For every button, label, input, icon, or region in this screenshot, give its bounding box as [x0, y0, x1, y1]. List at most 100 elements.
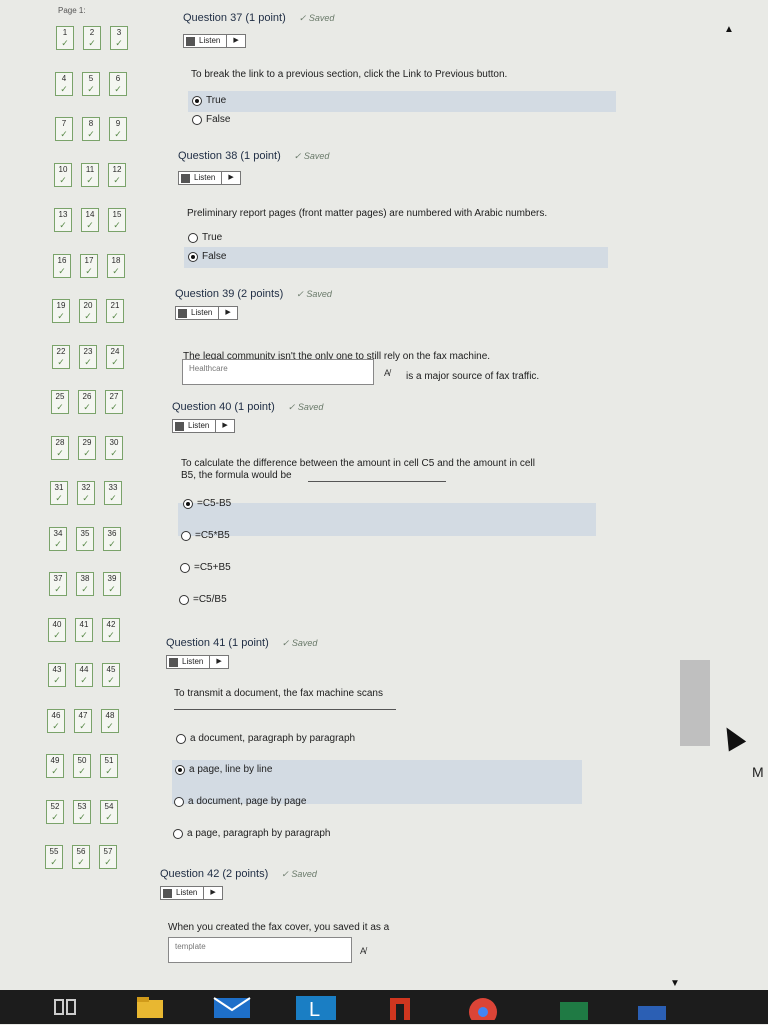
- nav-cell-question-22[interactable]: 22 ✓: [52, 345, 70, 369]
- nav-cell-question-39[interactable]: 39 ✓: [103, 572, 121, 596]
- nav-cell-question-24[interactable]: 24 ✓: [106, 345, 124, 369]
- play-icon[interactable]: ▶: [222, 171, 239, 185]
- nav-cell-question-47[interactable]: 47 ✓: [74, 709, 92, 733]
- nav-cell-question-2[interactable]: 2 ✓: [83, 26, 101, 50]
- nav-cell-question-3[interactable]: 3 ✓: [110, 26, 128, 50]
- nav-cell-question-20[interactable]: 20 ✓: [79, 299, 97, 323]
- nav-cell-question-10[interactable]: 10 ✓: [54, 163, 72, 187]
- play-icon[interactable]: ▶: [216, 419, 233, 433]
- option-document-paragraph[interactable]: a document, paragraph by paragraph: [176, 733, 355, 744]
- nav-cell-question-11[interactable]: 11 ✓: [81, 163, 99, 187]
- play-icon[interactable]: ▶: [227, 34, 244, 48]
- option-c5-div-b5[interactable]: =C5/B5: [179, 594, 227, 605]
- option-true[interactable]: True: [188, 232, 222, 243]
- option-document-page[interactable]: a document, page by page: [174, 796, 306, 807]
- nav-cell-question-55[interactable]: 55 ✓: [45, 845, 63, 869]
- nav-cell-question-46[interactable]: 46 ✓: [47, 709, 65, 733]
- option-page-paragraph[interactable]: a page, paragraph by paragraph: [173, 828, 330, 839]
- excel-icon[interactable]: [556, 994, 592, 1022]
- nav-cell-question-56[interactable]: 56 ✓: [72, 845, 90, 869]
- option-false[interactable]: False: [192, 114, 230, 125]
- radio-button[interactable]: [192, 114, 202, 125]
- nav-cell-question-6[interactable]: 6 ✓: [109, 72, 127, 96]
- play-icon[interactable]: ▶: [219, 306, 236, 320]
- nav-cell-question-4[interactable]: 4 ✓: [55, 72, 73, 96]
- option-true[interactable]: True: [192, 95, 226, 106]
- nav-cell-question-41[interactable]: 41 ✓: [75, 618, 93, 642]
- mail-icon[interactable]: [212, 994, 252, 1022]
- task-view-icon[interactable]: [52, 994, 78, 1022]
- nav-cell-question-40[interactable]: 40 ✓: [48, 618, 66, 642]
- radio-button[interactable]: [180, 562, 190, 573]
- nav-cell-question-43[interactable]: 43 ✓: [48, 663, 66, 687]
- nav-cell-question-23[interactable]: 23 ✓: [79, 345, 97, 369]
- nav-cell-question-12[interactable]: 12 ✓: [108, 163, 126, 187]
- nav-cell-question-57[interactable]: 57 ✓: [99, 845, 117, 869]
- radio-button[interactable]: [188, 232, 198, 243]
- radio-button[interactable]: [176, 733, 186, 744]
- nav-cell-question-9[interactable]: 9 ✓: [109, 117, 127, 141]
- spellcheck-icon[interactable]: A̸: [384, 368, 390, 378]
- nav-cell-question-1[interactable]: 1 ✓: [56, 26, 74, 50]
- nav-cell-question-35[interactable]: 35 ✓: [76, 527, 94, 551]
- nav-cell-question-17[interactable]: 17 ✓: [80, 254, 98, 278]
- nav-cell-question-28[interactable]: 28 ✓: [51, 436, 69, 460]
- nav-cell-question-13[interactable]: 13 ✓: [54, 208, 72, 232]
- radio-button[interactable]: [174, 796, 184, 807]
- listen-button[interactable]: Listen ▶: [178, 171, 241, 185]
- play-icon[interactable]: ▶: [204, 886, 221, 900]
- nav-cell-question-14[interactable]: 14 ✓: [81, 208, 99, 232]
- radio-button[interactable]: [181, 530, 191, 541]
- nav-cell-question-53[interactable]: 53 ✓: [73, 800, 91, 824]
- nav-cell-question-42[interactable]: 42 ✓: [102, 618, 120, 642]
- scroll-up-arrow-icon[interactable]: ▲: [724, 24, 734, 35]
- nav-cell-question-5[interactable]: 5 ✓: [82, 72, 100, 96]
- scroll-down-arrow-icon[interactable]: ▼: [670, 978, 680, 989]
- option-c5-plus-b5[interactable]: =C5+B5: [180, 562, 231, 573]
- nav-cell-question-8[interactable]: 8 ✓: [82, 117, 100, 141]
- nav-cell-question-50[interactable]: 50 ✓: [73, 754, 91, 778]
- word-icon[interactable]: [634, 994, 670, 1022]
- nav-cell-question-34[interactable]: 34 ✓: [49, 527, 67, 551]
- answer-input[interactable]: Healthcare: [182, 359, 374, 385]
- nav-cell-question-44[interactable]: 44 ✓: [75, 663, 93, 687]
- nav-cell-question-32[interactable]: 32 ✓: [77, 481, 95, 505]
- nav-cell-question-16[interactable]: 16 ✓: [53, 254, 71, 278]
- nav-cell-question-52[interactable]: 52 ✓: [46, 800, 64, 824]
- radio-button[interactable]: [173, 828, 183, 839]
- nav-cell-question-48[interactable]: 48 ✓: [101, 709, 119, 733]
- nav-cell-question-37[interactable]: 37 ✓: [49, 572, 67, 596]
- listen-button[interactable]: Listen ▶: [183, 34, 246, 48]
- chrome-icon[interactable]: [468, 994, 498, 1025]
- nav-cell-question-49[interactable]: 49 ✓: [46, 754, 64, 778]
- nav-cell-question-29[interactable]: 29 ✓: [78, 436, 96, 460]
- nav-cell-question-31[interactable]: 31 ✓: [50, 481, 68, 505]
- nav-cell-question-33[interactable]: 33 ✓: [104, 481, 122, 505]
- option-page-line[interactable]: a page, line by line: [175, 764, 272, 775]
- listen-button[interactable]: Listen ▶: [172, 419, 235, 433]
- radio-button[interactable]: [179, 594, 189, 605]
- nav-cell-question-25[interactable]: 25 ✓: [51, 390, 69, 414]
- listen-button[interactable]: Listen ▶: [175, 306, 238, 320]
- nav-cell-question-54[interactable]: 54 ✓: [100, 800, 118, 824]
- option-c5-times-b5[interactable]: =C5*B5: [181, 530, 230, 541]
- launcher-l-icon[interactable]: L: [296, 994, 336, 1022]
- option-c5-minus-b5[interactable]: =C5-B5: [183, 498, 231, 509]
- play-icon[interactable]: ▶: [210, 655, 227, 669]
- nav-cell-question-21[interactable]: 21 ✓: [106, 299, 124, 323]
- scrollbar-thumb[interactable]: [680, 660, 710, 746]
- answer-input[interactable]: template: [168, 937, 352, 963]
- nav-cell-question-7[interactable]: 7 ✓: [55, 117, 73, 141]
- nav-cell-question-45[interactable]: 45 ✓: [102, 663, 120, 687]
- nav-cell-question-26[interactable]: 26 ✓: [78, 390, 96, 414]
- listen-button[interactable]: Listen ▶: [160, 886, 223, 900]
- office-icon[interactable]: [386, 994, 416, 1022]
- file-explorer-icon[interactable]: [135, 994, 165, 1022]
- radio-button[interactable]: [183, 498, 193, 509]
- nav-cell-question-15[interactable]: 15 ✓: [108, 208, 126, 232]
- listen-button[interactable]: Listen ▶: [166, 655, 229, 669]
- nav-cell-question-19[interactable]: 19 ✓: [52, 299, 70, 323]
- nav-cell-question-36[interactable]: 36 ✓: [103, 527, 121, 551]
- nav-cell-question-38[interactable]: 38 ✓: [76, 572, 94, 596]
- nav-cell-question-30[interactable]: 30 ✓: [105, 436, 123, 460]
